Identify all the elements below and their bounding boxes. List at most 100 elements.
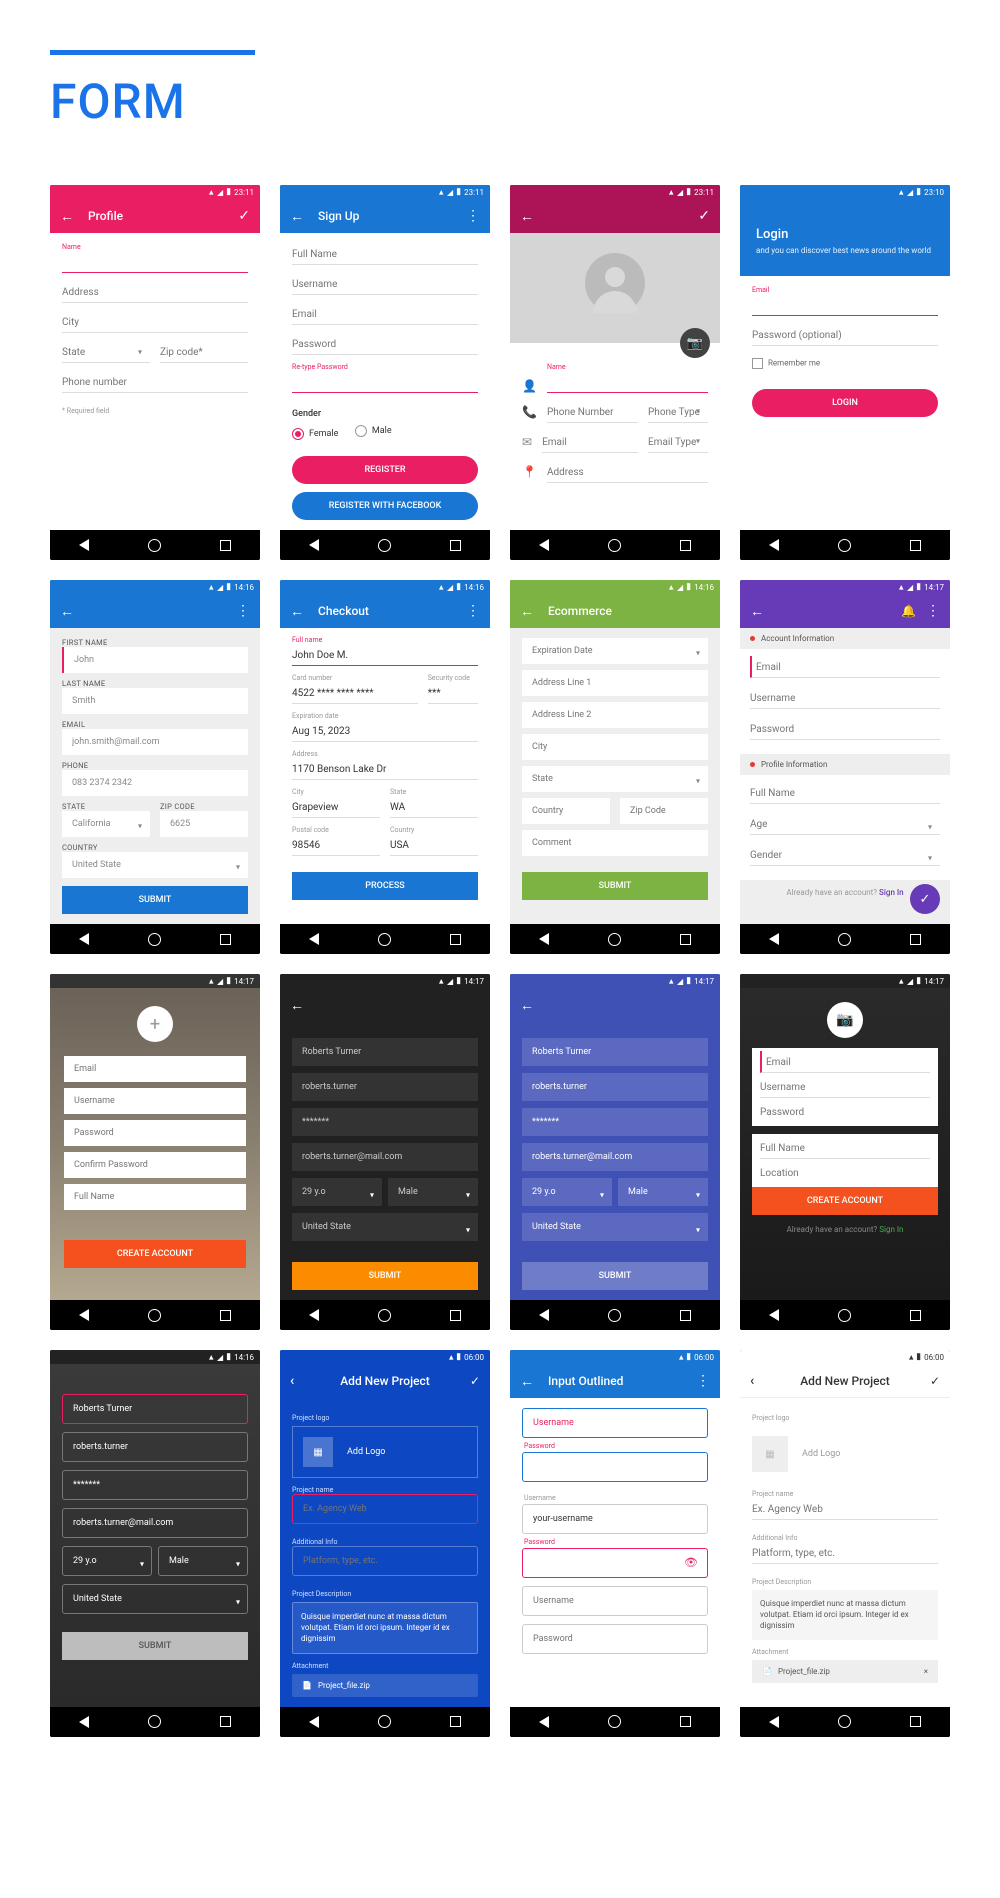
city-input[interactable] xyxy=(62,311,248,333)
add-logo-button[interactable]: ▦ Add Logo xyxy=(752,1426,938,1482)
facebook-button[interactable]: REGISTER WITH FACEBOOK xyxy=(292,492,478,520)
attachment-item[interactable]: 📄Project_file.zip xyxy=(292,1674,478,1697)
country-select[interactable] xyxy=(62,852,248,878)
back-icon[interactable]: ← xyxy=(520,1373,534,1390)
nav-back-icon[interactable] xyxy=(309,539,319,551)
nav-back-icon[interactable] xyxy=(769,1716,779,1728)
username-input[interactable] xyxy=(760,1076,930,1098)
nav-recent-icon[interactable] xyxy=(910,934,921,945)
nav-back-icon[interactable] xyxy=(79,1309,89,1321)
password2-input[interactable] xyxy=(522,1548,708,1578)
bell-icon[interactable]: 🔔 xyxy=(901,604,916,618)
nav-home-icon[interactable] xyxy=(148,933,161,946)
nav-recent-icon[interactable] xyxy=(680,1716,691,1727)
nav-recent-icon[interactable] xyxy=(450,934,461,945)
age-select[interactable] xyxy=(62,1546,152,1576)
more-icon[interactable]: ⋮ xyxy=(236,603,250,619)
name-input[interactable] xyxy=(547,371,708,393)
register-button[interactable]: REGISTER xyxy=(292,456,478,484)
nav-back-icon[interactable] xyxy=(769,1309,779,1321)
nav-back-icon[interactable] xyxy=(79,539,89,551)
username-input[interactable] xyxy=(292,1073,478,1101)
email-input[interactable] xyxy=(62,729,248,755)
password-input[interactable] xyxy=(522,1452,708,1482)
username-input[interactable] xyxy=(292,273,478,295)
firstname-input[interactable] xyxy=(62,647,248,673)
nav-back-icon[interactable] xyxy=(769,933,779,945)
nav-home-icon[interactable] xyxy=(378,539,391,552)
nav-back-icon[interactable] xyxy=(309,933,319,945)
password-input[interactable] xyxy=(292,1108,478,1136)
back-icon[interactable]: ← xyxy=(520,208,534,225)
city-value[interactable]: Grapeview xyxy=(292,796,380,818)
name-input[interactable] xyxy=(62,1394,248,1424)
nav-home-icon[interactable] xyxy=(148,1715,161,1728)
back-icon[interactable]: ← xyxy=(750,603,764,620)
back-icon[interactable]: ← xyxy=(290,603,304,620)
nav-recent-icon[interactable] xyxy=(220,1716,231,1727)
nav-recent-icon[interactable] xyxy=(220,1310,231,1321)
email-input[interactable] xyxy=(292,1143,478,1171)
done-icon[interactable]: ✓ xyxy=(470,1374,480,1388)
zip-input[interactable] xyxy=(620,798,708,824)
nav-home-icon[interactable] xyxy=(608,1715,621,1728)
nav-home-icon[interactable] xyxy=(378,1309,391,1322)
password-input[interactable] xyxy=(64,1120,246,1146)
submit-button[interactable]: SUBMIT xyxy=(292,1262,478,1290)
fullname-input[interactable] xyxy=(750,782,940,804)
email-input[interactable] xyxy=(64,1056,246,1082)
nav-home-icon[interactable] xyxy=(608,1309,621,1322)
remember-row[interactable]: Remember me xyxy=(752,358,938,369)
email-input[interactable] xyxy=(62,1508,248,1538)
name-input[interactable] xyxy=(292,1038,478,1066)
nav-home-icon[interactable] xyxy=(148,539,161,552)
state-select[interactable] xyxy=(62,811,150,837)
gender-select[interactable] xyxy=(618,1178,708,1206)
project-name-input[interactable] xyxy=(292,1494,478,1524)
password-input[interactable] xyxy=(750,718,940,740)
state-select[interactable] xyxy=(62,341,150,363)
nav-back-icon[interactable] xyxy=(309,1716,319,1728)
back-icon[interactable]: ← xyxy=(520,603,534,620)
camera-fab[interactable]: 📷 xyxy=(680,328,710,358)
state-select[interactable] xyxy=(522,766,708,792)
nav-home-icon[interactable] xyxy=(378,933,391,946)
security-value[interactable]: *** xyxy=(428,682,478,704)
email-input[interactable] xyxy=(522,1143,708,1171)
add-avatar-button[interactable]: + xyxy=(137,1006,173,1042)
radio-female[interactable]: Female xyxy=(292,428,338,440)
process-button[interactable]: PROCESS xyxy=(292,872,478,900)
back-icon[interactable]: ← xyxy=(60,603,74,620)
nav-home-icon[interactable] xyxy=(608,933,621,946)
city-input[interactable] xyxy=(522,734,708,760)
address-input[interactable] xyxy=(62,281,248,303)
card-value[interactable]: 4522 **** **** **** xyxy=(292,682,418,704)
nav-home-icon[interactable] xyxy=(148,1309,161,1322)
nav-back-icon[interactable] xyxy=(769,539,779,551)
name-input[interactable] xyxy=(62,251,248,273)
fullname-input[interactable] xyxy=(292,243,478,265)
additional-info-input[interactable] xyxy=(292,1546,478,1576)
lastname-input[interactable] xyxy=(62,688,248,714)
password-input[interactable] xyxy=(292,333,478,355)
username-input[interactable] xyxy=(522,1073,708,1101)
nav-recent-icon[interactable] xyxy=(220,540,231,551)
nav-back-icon[interactable] xyxy=(309,1309,319,1321)
email-input[interactable] xyxy=(760,1051,930,1073)
nav-recent-icon[interactable] xyxy=(450,1310,461,1321)
address1-input[interactable] xyxy=(522,670,708,696)
address-input[interactable] xyxy=(547,461,708,483)
expiration-select[interactable] xyxy=(522,638,708,664)
comment-input[interactable] xyxy=(522,830,708,856)
username-input[interactable] xyxy=(522,1408,708,1438)
country-select[interactable] xyxy=(292,1213,478,1241)
more-icon[interactable]: ⋮ xyxy=(466,208,480,224)
email-input[interactable] xyxy=(542,431,638,453)
done-icon[interactable]: ✓ xyxy=(238,208,250,224)
state-value[interactable]: WA xyxy=(390,796,478,818)
more-icon[interactable]: ⋮ xyxy=(926,603,940,619)
create-button[interactable]: CREATE ACCOUNT xyxy=(64,1240,246,1268)
country-input[interactable] xyxy=(522,798,610,824)
back-icon[interactable]: ‹ xyxy=(750,1373,754,1389)
nav-back-icon[interactable] xyxy=(79,1716,89,1728)
